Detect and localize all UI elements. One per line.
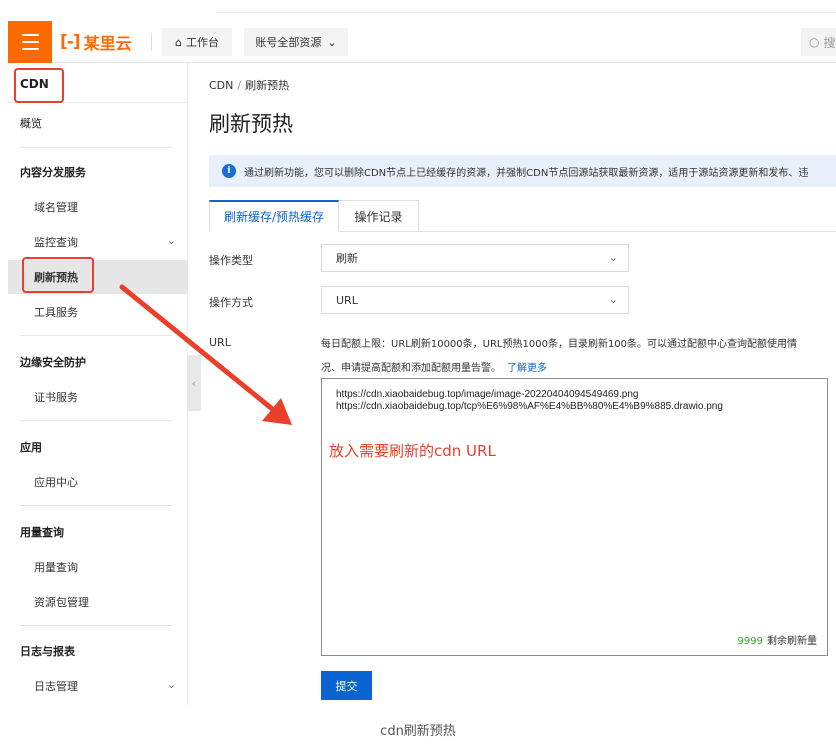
annotation-arrow — [119, 284, 292, 425]
